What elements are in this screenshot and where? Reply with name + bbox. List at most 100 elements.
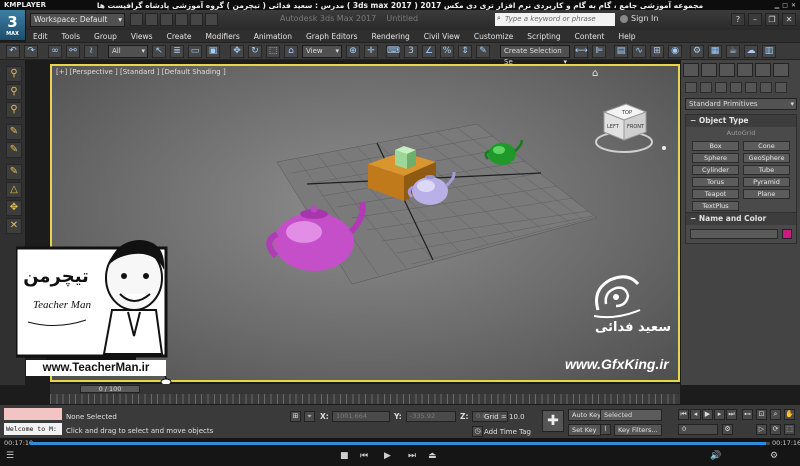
freeform-icon[interactable]: ✎ xyxy=(6,142,22,158)
maximize-icon[interactable]: □ xyxy=(782,2,788,9)
menu-animation[interactable]: Animation xyxy=(247,32,299,41)
select-object-icon[interactable]: ↖ xyxy=(152,45,166,58)
rendered-frame-window-icon[interactable]: ▦ xyxy=(708,45,722,58)
rectangular-selection-icon[interactable]: ▭ xyxy=(188,45,202,58)
mirror-icon[interactable]: ⟷ xyxy=(574,45,588,58)
geometry-icon[interactable] xyxy=(685,82,697,93)
bind-space-warp-icon[interactable]: ≀ xyxy=(84,45,98,58)
render-in-cloud-icon[interactable]: ☁ xyxy=(744,45,758,58)
current-frame-field[interactable]: 0 xyxy=(678,424,718,435)
cone-button[interactable]: Cone xyxy=(743,141,790,151)
redo-icon[interactable]: ↷ xyxy=(24,45,38,58)
reference-coordinate-dropdown[interactable]: View xyxy=(302,45,342,58)
set-key-button[interactable]: Set Key xyxy=(568,424,601,436)
cylinder-button[interactable]: Cylinder xyxy=(692,165,739,175)
time-slider-track[interactable]: 0 / 100 xyxy=(50,384,680,394)
menu-tools[interactable]: Tools xyxy=(55,32,87,41)
player-menu-icon[interactable]: ☰ xyxy=(6,451,14,461)
render-setup-icon[interactable]: ⚙ xyxy=(690,45,704,58)
shapes-icon[interactable] xyxy=(700,82,712,93)
textplus-button[interactable]: TextPlus xyxy=(692,201,739,211)
menu-graph-editors[interactable]: Graph Editors xyxy=(299,32,365,41)
field-of-view-icon[interactable]: ▷ xyxy=(756,424,767,435)
play-icon[interactable]: ▶ xyxy=(702,409,713,420)
autogrid-checkbox[interactable]: AutoGrid xyxy=(686,127,796,139)
add-time-tag[interactable]: Add Time Tag xyxy=(484,428,531,436)
menu-civil-view[interactable]: Civil View xyxy=(417,32,467,41)
geosphere-button[interactable]: GeoSphere xyxy=(743,153,790,163)
tube-button[interactable]: Tube xyxy=(743,165,790,175)
primitive-category-dropdown[interactable]: Standard Primitives xyxy=(685,98,797,110)
select-rotate-icon[interactable]: ↻ xyxy=(248,45,262,58)
maximize-viewport-icon[interactable]: ⬚ xyxy=(784,424,795,435)
set-keys-icon[interactable]: ✚ xyxy=(542,410,564,432)
material-editor-icon[interactable]: ◉ xyxy=(668,45,682,58)
maxscript-listener-input[interactable]: Welcome to M: xyxy=(4,423,62,435)
menu-group[interactable]: Group xyxy=(87,32,124,41)
maxscript-listener-output[interactable] xyxy=(4,408,62,420)
next-frame-icon[interactable]: ▸ xyxy=(714,409,725,420)
menu-modifiers[interactable]: Modifiers xyxy=(199,32,247,41)
schematic-view-icon[interactable]: ⊞ xyxy=(650,45,664,58)
render-production-icon[interactable]: ☕ xyxy=(726,45,740,58)
pyramid-button[interactable]: Pyramid xyxy=(743,177,790,187)
hierarchy-tab-icon[interactable] xyxy=(719,63,735,77)
track-bar[interactable] xyxy=(50,394,680,404)
key-selection-dropdown[interactable]: Selected xyxy=(600,409,662,421)
relax-icon[interactable]: ✥ xyxy=(6,200,22,216)
player-next-icon[interactable]: ⏭ xyxy=(408,451,416,461)
selection-filter-dropdown[interactable]: All xyxy=(108,45,148,58)
undo-quick-icon[interactable] xyxy=(175,13,188,26)
space-warps-icon[interactable] xyxy=(760,82,772,93)
select-scale-icon[interactable]: ⬚ xyxy=(266,45,280,58)
link-icon[interactable]: ∞ xyxy=(48,45,62,58)
box-button[interactable]: Box xyxy=(692,141,739,151)
menu-scripting[interactable]: Scripting xyxy=(520,32,567,41)
player-prev-icon[interactable]: ⏮ xyxy=(360,451,368,461)
search-input[interactable]: Type a keyword or phrase xyxy=(495,12,615,26)
redo-quick-icon[interactable] xyxy=(190,13,203,26)
unlink-icon[interactable]: ⚯ xyxy=(66,45,80,58)
minimize-icon[interactable]: ▁ xyxy=(775,2,780,9)
workspace-dropdown[interactable]: Workspace: Default xyxy=(30,13,125,27)
create-tab-icon[interactable] xyxy=(683,63,699,77)
x-coordinate-field[interactable]: 1001.664 xyxy=(332,411,390,422)
keyboard-shortcut-icon[interactable]: ⌨ xyxy=(386,45,400,58)
lights-icon[interactable] xyxy=(715,82,727,93)
sign-in-button[interactable]: Sign In xyxy=(620,14,658,23)
app-menu-button[interactable]: 3 MAX xyxy=(0,10,26,40)
object-color-swatch[interactable] xyxy=(782,229,792,239)
player-eject-icon[interactable]: ⏏ xyxy=(428,451,437,461)
go-to-start-icon[interactable]: ⏮ xyxy=(678,409,689,420)
y-coordinate-field[interactable]: -335.92 xyxy=(406,411,456,422)
teapot-button[interactable]: Teapot xyxy=(692,189,739,199)
open-file-icon[interactable] xyxy=(145,13,158,26)
player-settings-icon[interactable]: ⚙ xyxy=(770,451,778,461)
time-configuration-icon[interactable]: ⚙ xyxy=(722,424,733,435)
previous-frame-icon[interactable]: ◂ xyxy=(690,409,701,420)
new-file-icon[interactable] xyxy=(130,13,143,26)
orbit-icon[interactable]: ⟳ xyxy=(770,424,781,435)
lasso-select-icon[interactable]: ⚲ xyxy=(6,66,22,82)
go-to-end-icon[interactable]: ⏭ xyxy=(726,409,737,420)
player-stop-icon[interactable]: ■ xyxy=(340,451,349,461)
pan-icon[interactable]: ✋ xyxy=(784,409,795,420)
player-play-icon[interactable]: ▶ xyxy=(384,451,391,461)
motion-tab-icon[interactable] xyxy=(737,63,753,77)
menu-create[interactable]: Create xyxy=(160,32,199,41)
key-filters-button[interactable]: Key Filters... xyxy=(614,424,662,436)
curve-editor-icon[interactable]: ∿ xyxy=(632,45,646,58)
paint-deform-icon[interactable]: ✎ xyxy=(6,164,22,180)
percent-snap-icon[interactable]: % xyxy=(440,45,454,58)
menu-help[interactable]: Help xyxy=(611,32,642,41)
torus-button[interactable]: Torus xyxy=(692,177,739,187)
utilities-tab-icon[interactable] xyxy=(773,63,789,77)
close-icon[interactable]: ✕ xyxy=(791,2,796,9)
systems-icon[interactable] xyxy=(775,82,787,93)
spinner-snap-icon[interactable]: ⇕ xyxy=(458,45,472,58)
zoom-extents-icon[interactable]: ⊡ xyxy=(756,409,767,420)
brush-select-icon[interactable]: ✎ xyxy=(6,124,22,140)
viewcube[interactable]: TOP LEFT FRONT xyxy=(595,103,666,153)
absolute-mode-icon[interactable]: ⌖ xyxy=(304,411,315,422)
window-crossing-icon[interactable]: ▣ xyxy=(206,45,220,58)
